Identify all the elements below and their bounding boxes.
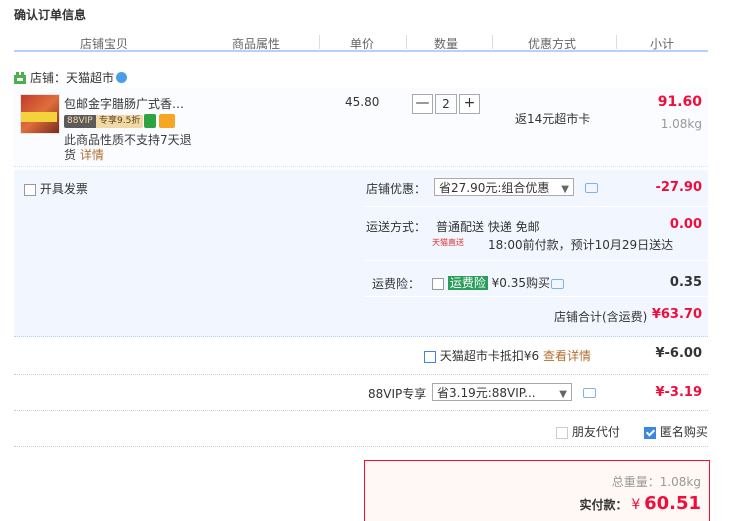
- supermarket-card-label: 天猫超市卡抵扣¥6: [439, 349, 540, 363]
- anonymous-option[interactable]: 匿名购买: [644, 423, 708, 440]
- insurance-tag: 运费险: [447, 276, 488, 290]
- section-divider: [14, 410, 708, 412]
- vip-badge: 88VIP: [64, 115, 96, 128]
- shop-icon: [14, 72, 26, 84]
- payable-label: 实付款：: [579, 498, 628, 512]
- friend-pay-option[interactable]: 朋友代付: [556, 423, 620, 440]
- promotion-text: 返14元超市卡: [515, 112, 591, 126]
- supermarket-card-amount: ¥-6.00: [655, 346, 702, 361]
- service-badge-icon: [144, 114, 156, 128]
- store-discount-label: 店铺优惠：: [366, 182, 427, 196]
- tmall-direct-text: 天猫直送: [432, 238, 464, 247]
- column-quantity: 数量: [434, 37, 459, 51]
- insurance-amount: 0.35: [669, 275, 702, 290]
- chevron-down-icon: ▼: [561, 184, 569, 195]
- invoice-option[interactable]: 开具发票: [24, 180, 88, 197]
- currency-symbol: ¥: [631, 497, 641, 513]
- message-icon[interactable]: [585, 183, 598, 193]
- shipping-method: 普通配送 快递 免邮: [436, 220, 540, 234]
- vip-select[interactable]: 省3.19元:88VIP... ▼: [432, 383, 572, 401]
- payment-summary: 总重量：1.08kg 实付款： ¥ 60.51: [364, 460, 710, 521]
- insurance-option[interactable]: 运费险 ¥0.35购买: [432, 274, 550, 291]
- supermarket-card-checkbox[interactable]: [424, 350, 436, 363]
- invoice-label: 开具发票: [39, 182, 88, 196]
- increase-button[interactable]: +: [459, 94, 480, 114]
- row-divider: [364, 206, 708, 207]
- column-shop-item: 店铺宝贝: [80, 37, 129, 51]
- friend-pay-label: 朋友代付: [571, 425, 620, 439]
- total-weight: 总重量：1.08kg: [612, 473, 701, 490]
- store-discount-value: 省27.90元:组合优惠: [439, 181, 550, 195]
- return-policy-note: 此商品性质不支持7天退货 详情: [64, 133, 194, 163]
- column-header: 店铺宝贝 商品属性 单价 数量 优惠方式 小计: [14, 30, 708, 52]
- supermarket-card-link[interactable]: 查看详情: [543, 349, 591, 363]
- decrease-button[interactable]: —: [412, 94, 433, 114]
- section-divider: [14, 374, 708, 376]
- payable-total: 实付款： ¥ 60.51: [579, 493, 701, 514]
- total-weight-value: 1.08kg: [659, 475, 701, 489]
- insurance-price: ¥0.35购买: [491, 276, 551, 290]
- insurance-checkbox[interactable]: [432, 277, 444, 290]
- column-separator: [319, 35, 320, 49]
- row-divider: [364, 260, 708, 261]
- column-attributes: 商品属性: [232, 37, 281, 51]
- chevron-down-icon: ▼: [559, 389, 567, 400]
- payable-amount: 60.51: [644, 493, 701, 514]
- column-separator: [406, 35, 407, 49]
- product-title[interactable]: 包邮金字腊肠广式香…: [64, 95, 184, 112]
- column-discount: 优惠方式: [528, 37, 577, 51]
- product-thumbnail-label: [21, 112, 57, 122]
- anonymous-label: 匿名购买: [659, 425, 708, 439]
- total-weight-label: 总重量：: [611, 475, 660, 489]
- column-subtotal: 小计: [650, 37, 675, 51]
- item-subtotal: 91.60: [657, 94, 702, 110]
- chat-icon[interactable]: [116, 72, 127, 83]
- message-icon[interactable]: [583, 388, 596, 398]
- unit-price: 45.80: [345, 95, 380, 109]
- card-badge-icon: [159, 114, 175, 128]
- invoice-checkbox[interactable]: [24, 183, 36, 196]
- item-weight: 1.08kg: [660, 117, 702, 131]
- delivery-eta: 18:00前付款，预计10月29日送达: [488, 238, 674, 252]
- section-divider: [14, 446, 708, 448]
- friend-pay-checkbox[interactable]: [556, 426, 568, 439]
- insurance-label: 运费险：: [372, 277, 421, 291]
- return-policy-link[interactable]: 详情: [80, 148, 104, 162]
- column-separator: [492, 35, 493, 49]
- anonymous-checkbox[interactable]: [644, 426, 656, 439]
- supermarket-card-option[interactable]: 天猫超市卡抵扣¥6 查看详情: [424, 347, 591, 364]
- vip-select-value: 省3.19元:88VIP...: [437, 386, 536, 400]
- shipping-label: 运送方式：: [366, 220, 427, 234]
- column-separator: [616, 35, 617, 49]
- store-discount-select[interactable]: 省27.90元:组合优惠 ▼: [434, 178, 574, 196]
- vip-discount-badge: 专享9.5折: [96, 115, 144, 128]
- store-discount-amount: -27.90: [655, 180, 702, 195]
- column-unit-price: 单价: [350, 37, 375, 51]
- shop-name[interactable]: 店铺：天猫超市: [30, 69, 114, 86]
- quantity-input[interactable]: 2: [435, 94, 457, 114]
- shop-total-amount: ¥63.70: [651, 307, 702, 322]
- page-title: 确认订单信息: [14, 8, 87, 22]
- shipping-amount: 0.00: [669, 217, 702, 232]
- vip-label: 88VIP专享: [368, 387, 427, 401]
- tmall-direct-tag: 天猫直送: [432, 238, 482, 248]
- help-icon[interactable]: [551, 279, 564, 289]
- row-divider: [364, 296, 708, 297]
- vip-amount: ¥-3.19: [655, 385, 702, 400]
